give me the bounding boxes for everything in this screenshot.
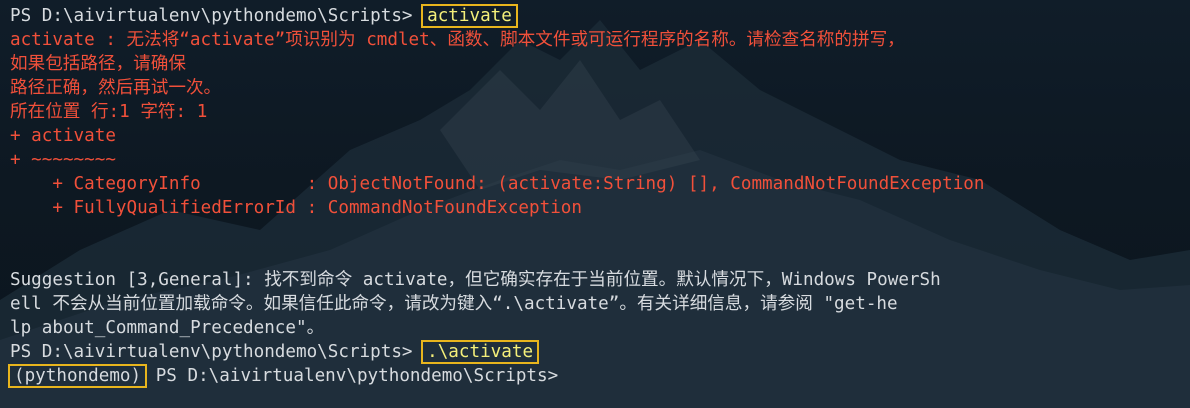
suggestion-line: lp about_Command_Precedence"。 <box>10 318 325 338</box>
prompt-path: PS D:\aivirtualenv\pythondemo\Scripts> <box>145 366 559 386</box>
prompt-path: PS D:\aivirtualenv\pythondemo\Scripts> <box>10 342 413 362</box>
prompt-path: PS D:\aivirtualenv\pythondemo\Scripts> <box>10 6 413 26</box>
command-dot-activate: .\activate <box>421 340 540 364</box>
error-line: 路径正确，然后再试一次。 <box>10 78 222 98</box>
error-line: + activate <box>10 126 116 146</box>
error-line: + CategoryInfo : ObjectNotFound: (activa… <box>10 174 985 194</box>
prompt-line-3[interactable]: (pythondemo) PS D:\aivirtualenv\pythonde… <box>7 364 1190 388</box>
error-line: 所在位置 行:1 字符: 1 <box>10 102 208 122</box>
suggestion-line: Suggestion [3,General]: 找不到命令 activate，但… <box>10 270 941 290</box>
error-line: activate : 无法将“activate”项识别为 cmdlet、函数、脚… <box>10 30 905 50</box>
error-line: 如果包括路径，请确保 <box>10 54 186 74</box>
command-activate: activate <box>421 4 518 28</box>
prompt-line-2: PS D:\aivirtualenv\pythondemo\Scripts> .… <box>10 340 1190 364</box>
error-line: + FullyQualifiedErrorId : CommandNotFoun… <box>10 198 582 218</box>
venv-indicator: (pythondemo) <box>7 364 148 388</box>
terminal-output: PS D:\aivirtualenv\pythondemo\Scripts> a… <box>0 0 1190 388</box>
suggestion-line: ell 不会从当前位置加载命令。如果信任此命令，请改为键入“.\activate… <box>10 294 898 314</box>
terminal-window[interactable]: PS D:\aivirtualenv\pythondemo\Scripts> a… <box>0 0 1190 408</box>
error-line: + ~~~~~~~~ <box>10 150 116 170</box>
prompt-line-1: PS D:\aivirtualenv\pythondemo\Scripts> a… <box>10 4 1190 28</box>
